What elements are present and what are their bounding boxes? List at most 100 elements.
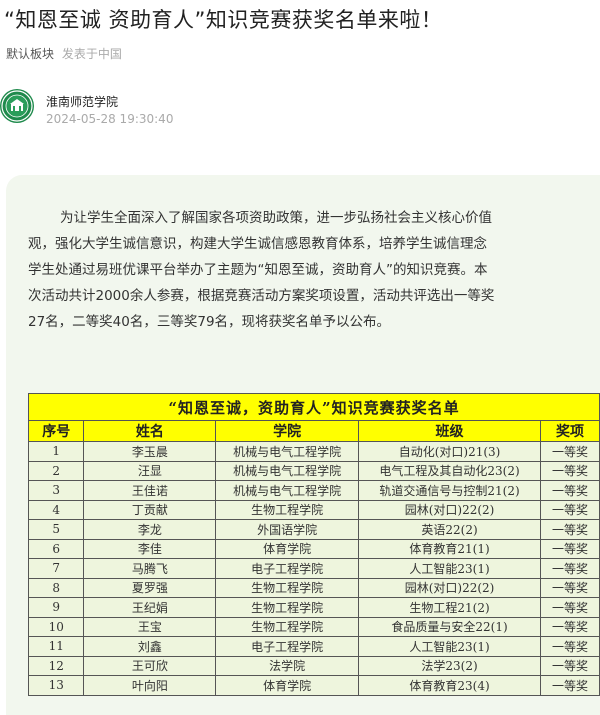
cell-college: 机械与电气工程学院 <box>215 480 360 501</box>
cell-index: 2 <box>27 460 85 481</box>
cell-college: 机械与电气工程学院 <box>215 441 360 462</box>
cell-award: 一等奖 <box>540 519 600 540</box>
cell-index: 10 <box>27 616 85 637</box>
post-meta: 默认板块 发表于中国 <box>6 45 122 62</box>
cell-college: 生物工程学院 <box>215 499 360 520</box>
cell-award: 一等奖 <box>540 499 600 520</box>
board-label[interactable]: 默认板块 <box>6 47 54 61</box>
cell-index: 3 <box>27 480 85 501</box>
cell-award: 一等奖 <box>540 675 600 696</box>
table-row: 7 马腾飞 电子工程学院 人工智能23(1) 一等奖 <box>27 558 600 579</box>
cell-class: 法学23(2) <box>358 655 542 676</box>
cell-award: 一等奖 <box>540 577 600 598</box>
table-header-row: 序号 姓名 学院 班级 奖项 <box>27 420 600 442</box>
cell-index: 4 <box>27 499 85 520</box>
table-row: 9 王纪娟 生物工程学院 生物工程21(2) 一等奖 <box>27 597 600 618</box>
cell-name: 王佳诺 <box>83 480 217 501</box>
cell-name: 李龙 <box>83 519 217 540</box>
cell-index: 1 <box>27 441 85 462</box>
body-line: 次活动共计2000余人参赛，根据竞赛活动方案奖项设置，活动共评选出一等奖 <box>28 288 495 304</box>
cell-college: 体育学院 <box>215 675 360 696</box>
table-row: 12 王可欣 法学院 法学23(2) 一等奖 <box>27 655 600 676</box>
cell-class: 园林(对口)22(2) <box>358 577 542 598</box>
cell-index: 13 <box>27 675 85 696</box>
cell-class: 生物工程21(2) <box>358 597 542 618</box>
cell-college: 机械与电气工程学院 <box>215 460 360 481</box>
cell-college: 电子工程学院 <box>215 558 360 579</box>
table-row: 3 王佳诺 机械与电气工程学院 轨道交通信号与控制21(2) 一等奖 <box>27 480 600 501</box>
cell-index: 8 <box>27 577 85 598</box>
cell-name: 刘鑫 <box>83 636 217 657</box>
cell-name: 李玉晨 <box>83 441 217 462</box>
table-row: 13 叶向阳 体育学院 体育教育23(4) 一等奖 <box>27 675 600 696</box>
cell-name: 王宝 <box>83 616 217 637</box>
table-caption: “知恩至诚，资助育人”知识竞赛获奖名单 <box>28 393 600 421</box>
cell-name: 叶向阳 <box>83 675 217 696</box>
cell-class: 食品质量与安全22(1) <box>358 616 542 637</box>
cell-award: 一等奖 <box>540 597 600 618</box>
publish-location: 发表于中国 <box>61 47 122 61</box>
cell-name: 李佳 <box>83 538 217 559</box>
cell-name: 马腾飞 <box>83 558 217 579</box>
cell-award: 一等奖 <box>540 616 600 637</box>
header-index: 序号 <box>27 420 85 442</box>
cell-college: 生物工程学院 <box>215 616 360 637</box>
cell-award: 一等奖 <box>540 655 600 676</box>
cell-class: 轨道交通信号与控制21(2) <box>358 480 542 501</box>
cell-class: 体育教育21(1) <box>358 538 542 559</box>
school-emblem-icon[interactable] <box>0 89 34 123</box>
author-name[interactable]: 淮南师范学院 <box>46 93 118 110</box>
cell-index: 7 <box>27 558 85 579</box>
cell-award: 一等奖 <box>540 538 600 559</box>
table-row: 1 李玉晨 机械与电气工程学院 自动化(对口)21(3) 一等奖 <box>27 441 600 462</box>
table-row: 6 李佳 体育学院 体育教育21(1) 一等奖 <box>27 538 600 559</box>
table-row: 11 刘鑫 电子工程学院 人工智能23(1) 一等奖 <box>27 636 600 657</box>
header-college: 学院 <box>215 420 360 442</box>
cell-index: 11 <box>27 636 85 657</box>
cell-index: 9 <box>27 597 85 618</box>
cell-name: 丁贡献 <box>83 499 217 520</box>
cell-class: 人工智能23(1) <box>358 558 542 579</box>
cell-award: 一等奖 <box>540 441 600 462</box>
table-row: 4 丁贡献 生物工程学院 园林(对口)22(2) 一等奖 <box>27 499 600 520</box>
table-row: 2 汪显 机械与电气工程学院 电气工程及其自动化23(2) 一等奖 <box>27 460 600 481</box>
cell-name: 汪显 <box>83 460 217 481</box>
cell-college: 生物工程学院 <box>215 577 360 598</box>
cell-award: 一等奖 <box>540 460 600 481</box>
table-row: 10 王宝 生物工程学院 食品质量与安全22(1) 一等奖 <box>27 616 600 637</box>
body-line: 27名，二等奖40名，三等奖79名，现将获奖名单予以公布。 <box>28 314 391 330</box>
cell-award: 一等奖 <box>540 480 600 501</box>
article-body: 为让学生全面深入了解国家各项资助政策，进一步弘扬社会主义核心价值 观，强化大学生… <box>28 205 600 335</box>
cell-name: 王可欣 <box>83 655 217 676</box>
cell-college: 体育学院 <box>215 538 360 559</box>
cell-class: 体育教育23(4) <box>358 675 542 696</box>
cell-class: 英语22(2) <box>358 519 542 540</box>
cell-class: 电气工程及其自动化23(2) <box>358 460 542 481</box>
article-title: “知恩至诚 资助育人”知识竞赛获奖名单来啦！ <box>4 8 443 32</box>
cell-class: 园林(对口)22(2) <box>358 499 542 520</box>
cell-award: 一等奖 <box>540 636 600 657</box>
table-row: 5 李龙 外国语学院 英语22(2) 一等奖 <box>27 519 600 540</box>
cell-award: 一等奖 <box>540 558 600 579</box>
cell-class: 人工智能23(1) <box>358 636 542 657</box>
header-award: 奖项 <box>540 420 600 442</box>
cell-college: 电子工程学院 <box>215 636 360 657</box>
cell-college: 生物工程学院 <box>215 597 360 618</box>
body-line: 为让学生全面深入了解国家各项资助政策，进一步弘扬社会主义核心价值 <box>60 210 492 226</box>
cell-college: 外国语学院 <box>215 519 360 540</box>
table-body: 1 李玉晨 机械与电气工程学院 自动化(对口)21(3) 一等奖 2 汪显 机械与电气工程学院… <box>27 441 600 696</box>
cell-index: 5 <box>27 519 85 540</box>
cell-index: 6 <box>27 538 85 559</box>
header-class: 班级 <box>358 420 542 442</box>
body-line: 观，强化大学生诚信意识，构建大学生诚信感恩教育体系，培养学生诚信理念 <box>28 236 487 252</box>
cell-index: 12 <box>27 655 85 676</box>
body-line: 学生处通过易班优课平台举办了主题为“知恩至诚，资助育人”的知识竞赛。本 <box>28 262 488 278</box>
header-name: 姓名 <box>83 420 217 442</box>
cell-name: 王纪娟 <box>83 597 217 618</box>
cell-college: 法学院 <box>215 655 360 676</box>
award-list-table: “知恩至诚，资助育人”知识竞赛获奖名单 序号 姓名 学院 班级 奖项 1 李玉晨机… <box>27 393 600 696</box>
cell-class: 自动化(对口)21(3) <box>358 441 542 462</box>
post-datetime: 2024-05-28 19:30:40 <box>46 112 174 126</box>
cell-name: 夏罗强 <box>83 577 217 598</box>
table-row: 8 夏罗强 生物工程学院 园林(对口)22(2) 一等奖 <box>27 577 600 598</box>
